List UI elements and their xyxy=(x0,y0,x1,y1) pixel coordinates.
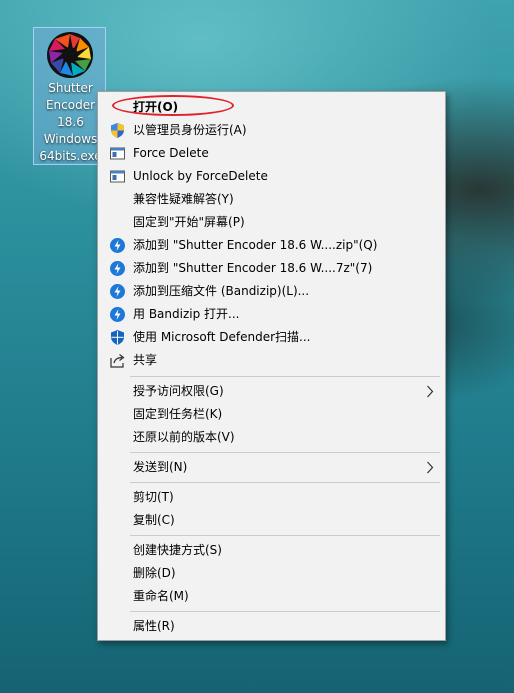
menu-item-properties[interactable]: 属性(R) xyxy=(102,615,442,638)
annotation-highlight-ellipse xyxy=(112,95,234,116)
menu-item-label: 使用 Microsoft Defender扫描... xyxy=(133,330,311,344)
menu-separator xyxy=(130,482,440,483)
menu-item-label: 还原以前的版本(V) xyxy=(133,430,235,444)
menu-item-add-to-zip[interactable]: 添加到 "Shutter Encoder 18.6 W....zip"(Q) xyxy=(102,234,442,257)
menu-item-defender-scan[interactable]: 使用 Microsoft Defender扫描... xyxy=(102,326,442,349)
menu-item-label: Force Delete xyxy=(133,146,209,160)
menu-item-label: 剪切(T) xyxy=(133,490,174,504)
menu-item-compatibility-troubleshoot[interactable]: 兼容性疑难解答(Y) xyxy=(102,188,442,211)
bandizip-icon xyxy=(110,238,125,253)
menu-item-label: 属性(R) xyxy=(133,619,175,633)
menu-item-send-to[interactable]: 发送到(N) xyxy=(102,456,442,479)
menu-item-label: 兼容性疑难解答(Y) xyxy=(133,192,234,206)
share-icon xyxy=(110,354,125,368)
menu-item-label: 固定到任务栏(K) xyxy=(133,407,223,421)
menu-item-label: 用 Bandizip 打开... xyxy=(133,307,240,321)
menu-item-label: 删除(D) xyxy=(133,566,176,580)
menu-item-add-to-archive-bandizip[interactable]: 添加到压缩文件 (Bandizip)(L)... xyxy=(102,280,442,303)
menu-separator xyxy=(130,376,440,377)
uac-shield-icon xyxy=(111,123,124,138)
menu-item-create-shortcut[interactable]: 创建快捷方式(S) xyxy=(102,539,442,562)
context-menu: 打开(O) 以管理员身份运行(A) Force Delete Unlock by… xyxy=(97,91,446,641)
menu-item-unlock-forcedelete[interactable]: Unlock by ForceDelete xyxy=(102,165,442,188)
menu-item-label: 重命名(M) xyxy=(133,589,189,603)
menu-item-open-with-bandizip[interactable]: 用 Bandizip 打开... xyxy=(102,303,442,326)
menu-separator xyxy=(130,611,440,612)
window-app-icon xyxy=(110,170,125,183)
menu-item-label: Unlock by ForceDelete xyxy=(133,169,268,183)
menu-item-restore-previous-versions[interactable]: 还原以前的版本(V) xyxy=(102,426,442,449)
menu-item-label: 添加到 "Shutter Encoder 18.6 W....7z"(7) xyxy=(133,261,373,275)
menu-item-label: 添加到压缩文件 (Bandizip)(L)... xyxy=(133,284,310,298)
bandizip-icon xyxy=(110,261,125,276)
bandizip-icon xyxy=(110,307,125,322)
menu-item-label: 以管理员身份运行(A) xyxy=(133,123,247,137)
menu-item-force-delete[interactable]: Force Delete xyxy=(102,142,442,165)
menu-item-pin-to-taskbar[interactable]: 固定到任务栏(K) xyxy=(102,403,442,426)
menu-item-label: 固定到"开始"屏幕(P) xyxy=(133,215,245,229)
menu-item-run-as-admin[interactable]: 以管理员身份运行(A) xyxy=(102,119,442,142)
window-app-icon xyxy=(110,147,125,160)
menu-item-cut[interactable]: 剪切(T) xyxy=(102,486,442,509)
menu-item-label: 添加到 "Shutter Encoder 18.6 W....zip"(Q) xyxy=(133,238,378,252)
chevron-right-icon xyxy=(427,385,434,398)
menu-item-label: 共享 xyxy=(133,353,158,367)
chevron-right-icon xyxy=(427,461,434,474)
shutter-encoder-logo-icon xyxy=(47,32,93,78)
bandizip-icon xyxy=(110,284,125,299)
menu-item-label: 授予访问权限(G) xyxy=(133,384,224,398)
menu-item-copy[interactable]: 复制(C) xyxy=(102,509,442,532)
menu-separator xyxy=(130,452,440,453)
menu-item-add-to-7z[interactable]: 添加到 "Shutter Encoder 18.6 W....7z"(7) xyxy=(102,257,442,280)
menu-item-share[interactable]: 共享 xyxy=(102,349,442,372)
menu-item-label: 复制(C) xyxy=(133,513,175,527)
menu-item-label: 创建快捷方式(S) xyxy=(133,543,222,557)
desktop-file-icon-shutter-encoder[interactable]: Shutter Encoder 18.6 Windows 64bits.exe xyxy=(33,27,106,165)
menu-item-grant-access[interactable]: 授予访问权限(G) xyxy=(102,380,442,403)
menu-item-delete[interactable]: 删除(D) xyxy=(102,562,442,585)
menu-separator xyxy=(130,535,440,536)
menu-item-rename[interactable]: 重命名(M) xyxy=(102,585,442,608)
menu-item-label: 发送到(N) xyxy=(133,460,188,474)
defender-shield-icon xyxy=(111,330,124,345)
menu-item-pin-to-start[interactable]: 固定到"开始"屏幕(P) xyxy=(102,211,442,234)
